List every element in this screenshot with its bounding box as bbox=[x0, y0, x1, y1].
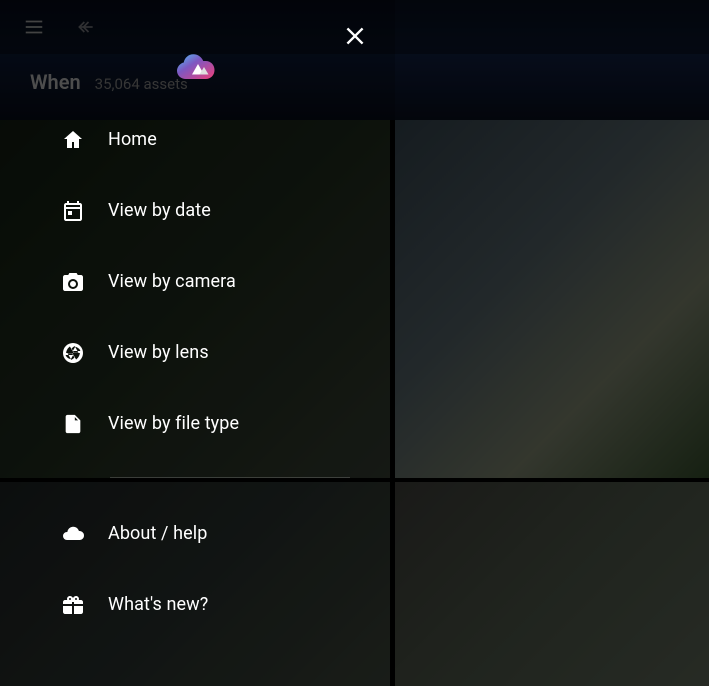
nav-list: Home View by date View by camera View by… bbox=[0, 104, 395, 640]
nav-label: What's new? bbox=[108, 594, 208, 615]
nav-item-about[interactable]: About / help bbox=[60, 498, 395, 569]
gift-icon bbox=[60, 592, 86, 618]
nav-label: View by camera bbox=[108, 271, 236, 292]
close-icon bbox=[342, 23, 368, 49]
file-icon bbox=[60, 411, 86, 437]
app-logo bbox=[0, 52, 395, 82]
close-drawer-button[interactable] bbox=[337, 18, 373, 54]
nav-item-home[interactable]: Home bbox=[60, 104, 395, 175]
nav-label: About / help bbox=[108, 523, 207, 544]
home-icon bbox=[60, 127, 86, 153]
calendar-icon bbox=[60, 198, 86, 224]
nav-item-camera[interactable]: View by camera bbox=[60, 246, 395, 317]
nav-divider bbox=[110, 477, 350, 478]
lens-aperture-icon bbox=[60, 340, 86, 366]
nav-item-filetype[interactable]: View by file type bbox=[60, 388, 395, 459]
nav-item-lens[interactable]: View by lens bbox=[60, 317, 395, 388]
nav-drawer: Home View by date View by camera View by… bbox=[0, 0, 395, 686]
nav-label: View by file type bbox=[108, 413, 239, 434]
cloud-logo-icon bbox=[174, 52, 222, 82]
nav-item-whatsnew[interactable]: What's new? bbox=[60, 569, 395, 640]
nav-label: Home bbox=[108, 129, 157, 150]
cloud-icon bbox=[60, 521, 86, 547]
nav-label: View by lens bbox=[108, 342, 209, 363]
nav-item-date[interactable]: View by date bbox=[60, 175, 395, 246]
nav-label: View by date bbox=[108, 200, 211, 221]
camera-icon bbox=[60, 269, 86, 295]
